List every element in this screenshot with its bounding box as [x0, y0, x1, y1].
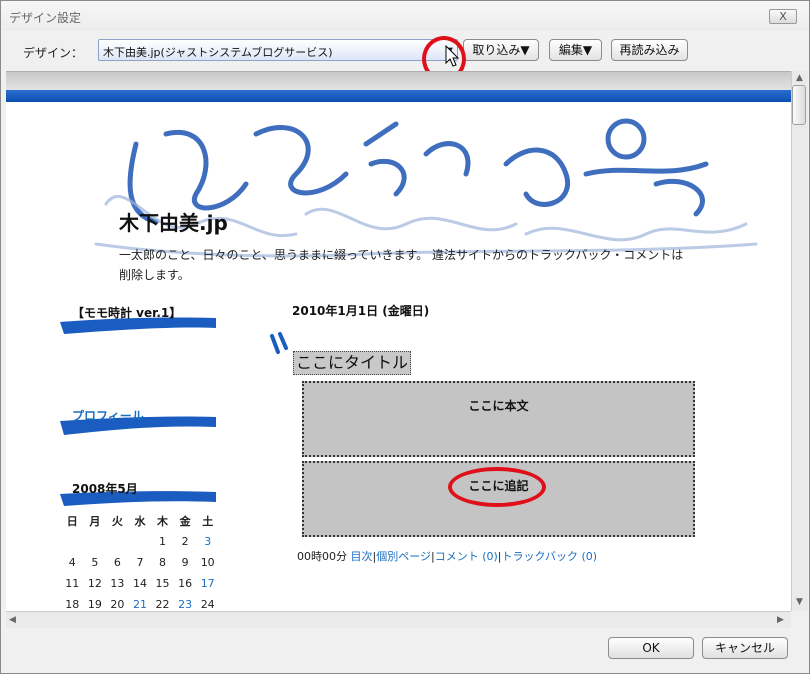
calendar-day: 15 — [155, 577, 170, 590]
window-title: デザイン設定 — [9, 11, 82, 25]
calendar-day: 7 — [136, 556, 144, 569]
post-title: ここにタイトル — [293, 351, 412, 375]
calendar-weekday: 水 — [134, 514, 146, 528]
design-select[interactable]: 木下由美.jp(ジャストシステムブログサービス) ▼ — [98, 39, 458, 61]
cancel-button[interactable]: キャンセル — [702, 637, 788, 659]
calendar-day: 1 — [159, 535, 167, 548]
scroll-right-arrow-icon[interactable]: ▶ — [777, 615, 784, 625]
blog-description: 一太郎のこと、日々のこと、思うままに綴っていきます。 違法サイトからのトラックバ… — [119, 248, 684, 282]
highlight-circle-extra — [448, 467, 546, 507]
scroll-left-arrow-icon[interactable]: ◀ — [9, 615, 16, 625]
calendar-day-link[interactable]: 21 — [129, 594, 152, 611]
vertical-scroll-thumb[interactable] — [792, 85, 806, 125]
calendar-day-link[interactable]: 23 — [174, 594, 197, 611]
calendar-day: 19 — [87, 598, 102, 611]
scroll-down-arrow-icon[interactable]: ▼ — [796, 597, 803, 607]
calendar-weekday: 土 — [202, 514, 214, 528]
calendar-day: 5 — [91, 556, 99, 569]
blog-title: 木下由美.jp — [119, 211, 228, 235]
calendar-week-row: 18 19 20 21 22 23 24 — [61, 594, 219, 611]
sidebar-heading-profile[interactable]: プロフィール — [72, 407, 144, 424]
calendar-day: 2 — [181, 535, 189, 548]
calendar-day: 22 — [155, 598, 170, 611]
edit-button[interactable]: 編集▼ — [549, 39, 602, 61]
design-select-value: 木下由美.jp(ジャストシステムブログサービス) — [103, 46, 333, 59]
post-date: 2010年1月1日 (金曜日) — [292, 304, 430, 318]
calendar-day: 16 — [178, 577, 193, 590]
calendar-week-row: 4 5 6 7 8 9 10 — [61, 552, 219, 573]
header-calligraphy-art — [94, 118, 758, 258]
design-preview: 木下由美.jp 一太郎のこと、日々のこと、思うままに綴っていきます。 違法サイト… — [6, 71, 791, 611]
post-time: 00時00分 — [297, 550, 347, 563]
sidebar-heading-calendar: 2008年5月 — [72, 482, 138, 496]
post-body-box: ここに本文 — [302, 381, 695, 457]
calendar-day: 8 — [159, 556, 167, 569]
design-label: デザイン： — [23, 46, 84, 60]
calendar-day: 10 — [200, 556, 215, 569]
calendar-day — [129, 531, 152, 552]
calendar-day: 9 — [181, 556, 189, 569]
preview-blue-bar — [6, 90, 791, 102]
horizontal-scrollbar[interactable]: ◀ ▶ — [6, 611, 791, 628]
calendar-day — [84, 531, 107, 552]
design-settings-dialog: デザイン設定 X デザイン： 木下由美.jp(ジャストシステムブログサービス) … — [0, 0, 810, 674]
calendar-weekday: 金 — [179, 514, 191, 528]
post-body-label: ここに本文 — [468, 399, 529, 413]
sidebar-heading-clock: 【モモ時計 ver.1】 — [72, 306, 182, 320]
calendar-table: 日 月 火 水 木 金 土 1 2 3 4 5 6 7 8 9 10 11 12… — [61, 510, 219, 612]
calendar-day-link[interactable]: 17 — [196, 573, 219, 594]
calendar-weekday: 火 — [111, 514, 123, 528]
dialog-button-bar: OK キャンセル — [1, 628, 809, 673]
ok-button[interactable]: OK — [608, 637, 694, 659]
link-comments[interactable]: コメント (0) — [435, 550, 498, 563]
post-meta: 00時00分 目次|個別ページ|コメント (0)|トラックバック (0) — [297, 548, 597, 564]
calendar-day: 13 — [110, 577, 125, 590]
title-bar: デザイン設定 X — [1, 1, 809, 31]
import-button[interactable]: 取り込み▼ — [463, 39, 539, 61]
link-index[interactable]: 目次 — [351, 550, 373, 563]
calendar-day: 14 — [132, 577, 147, 590]
calendar-day: 11 — [65, 577, 80, 590]
calendar-day: 4 — [68, 556, 76, 569]
calendar-week-row: 11 12 13 14 15 16 17 — [61, 573, 219, 594]
mouse-cursor-icon — [445, 45, 460, 67]
link-trackbacks[interactable]: トラックバック (0) — [502, 550, 598, 563]
calendar-day: 18 — [65, 598, 80, 611]
close-button[interactable]: X — [769, 9, 797, 24]
calendar-day: 12 — [87, 577, 102, 590]
calendar-day: 24 — [200, 598, 215, 611]
calendar-day: 6 — [113, 556, 121, 569]
calendar-day — [61, 531, 84, 552]
calendar-weekday: 木 — [157, 514, 169, 528]
calendar-weekday-row: 日 月 火 水 木 金 土 — [61, 510, 219, 531]
reload-button[interactable]: 再読み込み — [611, 39, 688, 61]
calendar-day: 20 — [110, 598, 125, 611]
calendar-weekday: 日 — [66, 514, 78, 528]
vertical-scrollbar[interactable]: ▲ ▼ — [791, 71, 808, 611]
calendar-week-row: 1 2 3 — [61, 531, 219, 552]
calendar-day-link[interactable]: 3 — [196, 531, 219, 552]
toolbar: デザイン： 木下由美.jp(ジャストシステムブログサービス) ▼ 取り込み▼ 編… — [1, 31, 809, 71]
preview-top-strip — [6, 72, 791, 90]
calendar-day — [106, 531, 129, 552]
scroll-up-arrow-icon[interactable]: ▲ — [796, 73, 803, 83]
calendar-weekday: 月 — [89, 514, 101, 528]
link-permalink[interactable]: 個別ページ — [376, 550, 431, 563]
